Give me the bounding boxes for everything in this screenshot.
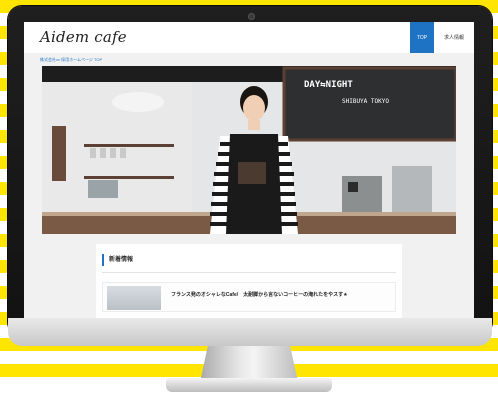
breadcrumb[interactable]: 株式会社xx 採用ホームページ TOP	[40, 57, 102, 63]
hero-image: DAY⇆NIGHT SHIBUYA TOKYO	[42, 66, 456, 234]
webcam-icon	[248, 13, 255, 20]
screen: Aidem cafe TOP 求人情報 株式会社xx 採用ホームページ TOP	[24, 22, 474, 318]
news-thumbnail	[107, 286, 161, 310]
site-header: Aidem cafe TOP 求人情報	[24, 22, 474, 53]
news-item[interactable]: フランス発のオシャレなCafe/ 太耐脚から言ないコーヒーの淹れたをやスす★	[102, 282, 396, 312]
monitor-stand-base	[166, 378, 332, 392]
nav-item-jobs[interactable]: 求人情報	[434, 22, 474, 53]
site-logo[interactable]: Aidem cafe	[40, 28, 127, 46]
global-nav: TOP 求人情報	[410, 22, 474, 53]
news-item-title[interactable]: フランス発のオシャレなCafe/ 太耐脚から言ないコーヒーの淹れたをやスす★	[171, 291, 348, 298]
hero-chalkboard-subtitle: SHIBUYA TOKYO	[342, 98, 389, 105]
hero-chalkboard-title: DAY⇆NIGHT	[304, 80, 353, 90]
monitor-stand-neck	[200, 346, 298, 382]
news-section: 新着情報 フランス発のオシャレなCafe/ 太耐脚から言ないコーヒーの淹れたをや…	[96, 244, 402, 318]
hero-photo	[42, 66, 456, 234]
monitor-chin	[8, 318, 492, 346]
news-heading: 新着情報	[102, 254, 133, 266]
news-divider	[102, 272, 396, 273]
nav-item-top[interactable]: TOP	[410, 22, 434, 53]
